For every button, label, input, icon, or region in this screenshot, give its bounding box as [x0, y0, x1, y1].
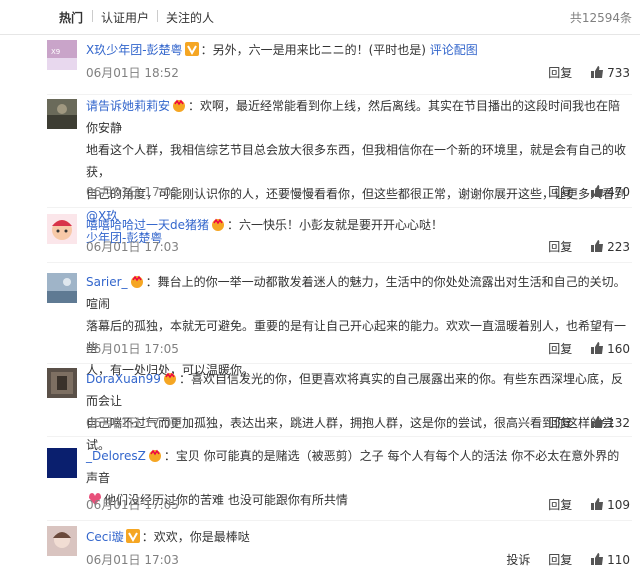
- like-count: 160: [607, 342, 630, 356]
- tab-verified-users[interactable]: 认证用户: [101, 9, 149, 26]
- comment-time: 06月01日 17:03: [86, 553, 179, 567]
- comment-time: 06月01日 17:08: [86, 416, 179, 430]
- thumbs-up-icon: [590, 239, 604, 253]
- comment-time: 06月01日 17:03: [86, 240, 179, 254]
- comment-author[interactable]: X玖少年团-彭楚粤: [86, 43, 183, 57]
- tab-divider: [157, 10, 158, 22]
- thumbs-up-icon: [590, 65, 604, 79]
- comment-divider: [47, 436, 632, 437]
- thumbs-up-icon: [590, 184, 604, 198]
- comment-text: ：另外，六一是用来比ニニ的！(平时也是): [200, 43, 426, 57]
- comment-divider: [47, 262, 632, 263]
- comment-time: 06月01日 17:05: [86, 498, 179, 512]
- tab-divider: [92, 10, 93, 22]
- comment-time: 06月01日 17:05: [86, 342, 179, 356]
- like-button[interactable]: 223: [590, 239, 630, 254]
- crown-badge-icon: [130, 273, 144, 288]
- thumbs-up-icon: [590, 415, 604, 429]
- svg-text:X9: X9: [51, 48, 60, 56]
- crown-badge-icon: [148, 447, 162, 462]
- reply-button[interactable]: 回复: [548, 240, 572, 254]
- reply-button[interactable]: 回复: [548, 342, 572, 356]
- avatar[interactable]: [47, 273, 77, 303]
- comment-divider: [47, 207, 632, 208]
- thumbs-up-icon: [590, 552, 604, 566]
- avatar[interactable]: [47, 99, 77, 129]
- reply-button[interactable]: 回复: [548, 185, 572, 199]
- comment-divider: [47, 363, 632, 364]
- reply-button[interactable]: 回复: [548, 553, 572, 567]
- comment-author[interactable]: 嘻嘻哈哈过一天de猪猪: [86, 218, 209, 232]
- comment-text: ：欢欢，你是最棒哒: [141, 530, 250, 544]
- like-count: 132: [607, 416, 630, 430]
- like-button[interactable]: 160: [590, 341, 630, 356]
- thumbs-up-icon: [590, 497, 604, 511]
- comment-time: 06月01日 18:52: [86, 66, 179, 80]
- like-count: 109: [607, 498, 630, 512]
- reply-button[interactable]: 回复: [548, 498, 572, 512]
- like-count: 470: [607, 185, 630, 199]
- verified-badge-icon: [125, 528, 140, 543]
- comment-image-link[interactable]: 评论配图: [430, 43, 478, 57]
- avatar[interactable]: [47, 368, 77, 398]
- comment-author[interactable]: Ceci璇: [86, 530, 124, 544]
- like-button[interactable]: 470: [590, 184, 630, 199]
- avatar[interactable]: [47, 214, 77, 244]
- reply-button[interactable]: 回复: [548, 416, 572, 430]
- verified-badge-icon: [184, 41, 199, 56]
- comment-filter-tabs: 热门 认证用户 关注的人 共12594条: [0, 0, 640, 35]
- like-button[interactable]: 733: [590, 65, 630, 80]
- like-button[interactable]: 132: [590, 415, 630, 430]
- comment-author[interactable]: DoraXuan99: [86, 372, 161, 386]
- crown-badge-icon: [163, 370, 177, 385]
- avatar[interactable]: [47, 526, 77, 556]
- tab-following[interactable]: 关注的人: [166, 9, 214, 26]
- total-comment-count: 共12594条: [569, 11, 632, 25]
- like-button[interactable]: 110: [590, 552, 630, 567]
- comment-author[interactable]: _DeloresZ: [86, 449, 146, 463]
- comment-text: ：六一快乐！小彭友就是要开开心心哒！: [227, 218, 444, 232]
- report-button[interactable]: 投诉: [506, 553, 530, 567]
- crown-badge-icon: [172, 97, 186, 112]
- comment-time: 06月01日 17:05: [86, 185, 179, 199]
- like-count: 110: [607, 553, 630, 567]
- comment-text-line: 地看这个人群，我相信综艺节目总会放大很多东西，但我相信你在一个新的环境里，就是会…: [86, 143, 627, 179]
- crown-badge-icon: [211, 216, 225, 231]
- comment-divider: [47, 520, 632, 521]
- tab-hot[interactable]: 热门: [59, 9, 83, 26]
- comment-text-line: ：宝贝 你可能真的是赌选（被恶剪）之子 每个人有每个人的活法 你不必太在意外界的…: [86, 449, 620, 485]
- like-count: 223: [607, 240, 630, 254]
- like-count: 733: [607, 66, 630, 80]
- avatar[interactable]: [47, 448, 77, 478]
- avatar[interactable]: X9: [47, 40, 77, 70]
- comment-author[interactable]: Sarier_: [86, 275, 128, 289]
- comment-author[interactable]: 请告诉她莉莉安: [86, 99, 170, 113]
- like-button[interactable]: 109: [590, 497, 630, 512]
- thumbs-up-icon: [590, 341, 604, 355]
- comment-text-line: ：舞台上的你一举一动都散发着迷人的魅力，生活中的你处处流露出对生活和自己的关切。…: [86, 275, 626, 311]
- reply-button[interactable]: 回复: [548, 66, 572, 80]
